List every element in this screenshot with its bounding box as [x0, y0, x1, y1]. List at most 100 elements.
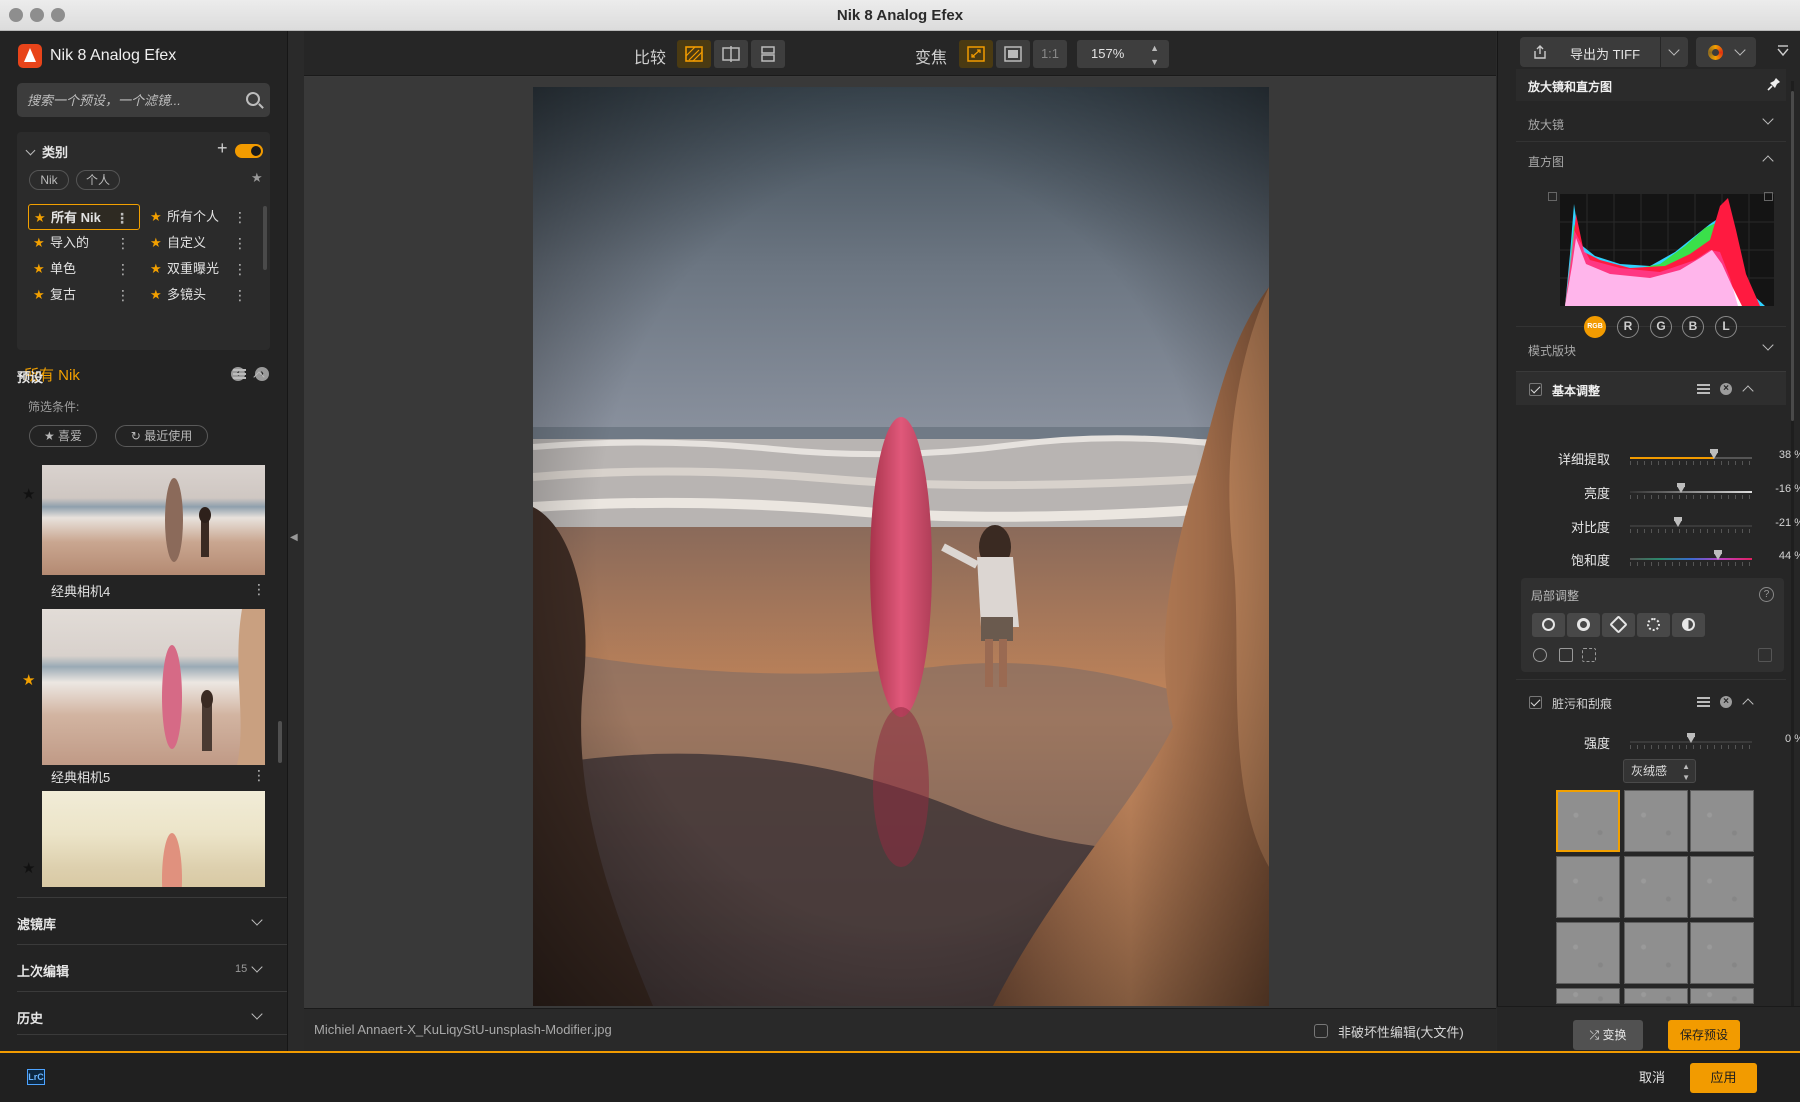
slider-brightness[interactable]: 亮度 -16 %: [1518, 475, 1800, 505]
preview-image[interactable]: [533, 87, 1269, 1006]
panel-menu-icon[interactable]: [1776, 45, 1790, 57]
mask-invert-icon[interactable]: [1559, 648, 1573, 662]
filter-recent-button[interactable]: ↻ 最近使用: [115, 425, 208, 447]
collapse-icon[interactable]: [1742, 698, 1754, 710]
pin-icon[interactable]: [1767, 77, 1781, 91]
remove-icon[interactable]: ×: [1720, 383, 1732, 395]
category-item-all-personal[interactable]: ★ 所有个人 ⋮: [145, 204, 257, 230]
slider-track[interactable]: [1630, 517, 1752, 533]
mask-view-icon[interactable]: [1533, 648, 1547, 662]
menu-icon[interactable]: [1697, 697, 1710, 707]
more-icon[interactable]: ⋮: [233, 282, 247, 308]
category-item-imported[interactable]: ★ 导入的 ⋮: [28, 230, 140, 256]
basic-adjust-checkbox[interactable]: [1529, 383, 1542, 396]
split-view-button[interactable]: [714, 40, 748, 68]
save-preset-button[interactable]: 保存预设: [1668, 1020, 1740, 1050]
channel-b-button[interactable]: B: [1682, 316, 1704, 338]
category-header[interactable]: 类别: [25, 142, 68, 161]
add-category-icon[interactable]: +: [217, 138, 228, 159]
shadow-clip-toggle[interactable]: [1548, 192, 1557, 201]
apply-button[interactable]: 应用: [1690, 1063, 1757, 1093]
side-by-side-button[interactable]: [751, 40, 785, 68]
more-icon[interactable]: ⋮: [115, 205, 129, 231]
more-icon[interactable]: ⋮: [116, 282, 130, 308]
preset-thumbnail[interactable]: [42, 609, 265, 765]
more-icon[interactable]: ⋮: [252, 581, 266, 598]
control-point-button[interactable]: [1532, 613, 1565, 637]
category-item-multi-lens[interactable]: ★ 多镜头 ⋮: [145, 282, 257, 308]
brush-mask-button[interactable]: [1637, 613, 1670, 637]
luminosity-mask-button[interactable]: [1672, 613, 1705, 637]
favorite-star-icon[interactable]: ★: [22, 485, 35, 503]
nondestructive-checkbox[interactable]: [1314, 1024, 1328, 1038]
mode-panel-row[interactable]: 模式版块: [1516, 331, 1786, 367]
more-icon[interactable]: ⋮: [116, 256, 130, 282]
slider-knob[interactable]: [1713, 550, 1722, 560]
color-efex-button[interactable]: [1696, 37, 1756, 67]
texture-swatch[interactable]: [1556, 790, 1620, 852]
slider-track[interactable]: [1630, 449, 1752, 465]
slider-knob[interactable]: [1674, 517, 1683, 527]
slider-track[interactable]: [1630, 550, 1752, 566]
category-item-custom[interactable]: ★ 自定义 ⋮: [145, 230, 257, 256]
slider-knob[interactable]: [1710, 449, 1719, 459]
texture-swatch[interactable]: [1556, 988, 1620, 1004]
chip-nik[interactable]: Nik: [29, 170, 69, 190]
nondestructive-label[interactable]: 非破坏性编辑(大文件): [1338, 1022, 1464, 1041]
texture-swatch[interactable]: [1624, 856, 1688, 918]
channel-l-button[interactable]: L: [1715, 316, 1737, 338]
zoom-select[interactable]: 157% ▲ ▼: [1077, 40, 1169, 68]
more-icon[interactable]: ⋮: [233, 230, 247, 256]
category-toggle[interactable]: [235, 144, 263, 158]
slider-contrast[interactable]: 对比度 -21 %: [1518, 509, 1800, 539]
texture-swatch[interactable]: [1624, 790, 1688, 852]
channel-r-button[interactable]: R: [1617, 316, 1639, 338]
slider-track[interactable]: [1630, 483, 1752, 499]
more-icon[interactable]: ⋮: [233, 204, 247, 230]
more-icon[interactable]: ⋮: [252, 767, 266, 784]
compare-toggle-button[interactable]: [677, 40, 711, 68]
texture-swatch[interactable]: [1624, 988, 1688, 1004]
favorite-star-icon[interactable]: ★: [22, 671, 35, 689]
accordion-history[interactable]: 历史: [17, 991, 287, 1035]
texture-swatch[interactable]: [1556, 856, 1620, 918]
dust-style-select[interactable]: 灰绒感 ▲ ▼: [1623, 759, 1696, 783]
presets-scrollbar[interactable]: [278, 721, 282, 763]
channel-g-button[interactable]: G: [1650, 316, 1672, 338]
texture-swatch[interactable]: [1556, 922, 1620, 984]
texture-swatch[interactable]: [1690, 988, 1754, 1004]
help-icon[interactable]: ?: [1759, 587, 1774, 602]
texture-swatch[interactable]: [1690, 922, 1754, 984]
preset-thumbnail[interactable]: [42, 465, 265, 575]
slider-saturation[interactable]: 饱和度 44 %: [1518, 542, 1800, 572]
category-item-vintage[interactable]: ★ 复古 ⋮: [28, 282, 140, 308]
search-icon[interactable]: [246, 92, 260, 106]
chip-personal[interactable]: 个人: [76, 170, 120, 190]
slider-knob[interactable]: [1687, 733, 1695, 743]
highlight-clip-toggle[interactable]: [1764, 192, 1773, 201]
loupe-row[interactable]: 放大镜: [1516, 105, 1786, 139]
category-scrollbar[interactable]: [263, 206, 267, 270]
slider-strength[interactable]: 强度 0 %: [1518, 725, 1800, 755]
export-options-icon[interactable]: [1668, 44, 1680, 56]
slider-track[interactable]: [1630, 733, 1752, 749]
texture-swatch[interactable]: [1690, 790, 1754, 852]
slider-detail-extraction[interactable]: 详细提取 38 %: [1518, 441, 1800, 471]
category-item-double-exposure[interactable]: ★ 双重曝光 ⋮: [145, 256, 257, 282]
favorite-filter-icon[interactable]: ★: [251, 170, 263, 186]
menu-icon[interactable]: [1697, 384, 1710, 394]
right-scrollbar[interactable]: [1791, 91, 1794, 421]
polygon-mask-button[interactable]: [1602, 613, 1635, 637]
radial-mask-button[interactable]: [1567, 613, 1600, 637]
histogram-row[interactable]: 直方图: [1516, 141, 1786, 175]
dust-scratch-checkbox[interactable]: [1529, 696, 1542, 709]
variant-button[interactable]: ⤮ 变换: [1573, 1020, 1643, 1050]
category-item-mono[interactable]: ★ 单色 ⋮: [28, 256, 140, 282]
accordion-last-edits[interactable]: 上次编辑 15: [17, 944, 287, 990]
fill-screen-button[interactable]: [996, 40, 1030, 68]
menu-icon[interactable]: [233, 369, 246, 379]
more-icon[interactable]: ⋮: [116, 230, 130, 256]
category-item-all-nik[interactable]: ★ 所有 Nik ⋮: [28, 204, 140, 230]
accordion-filter-library[interactable]: 滤镜库: [17, 897, 287, 943]
channel-rgb-button[interactable]: RGB: [1584, 316, 1606, 338]
